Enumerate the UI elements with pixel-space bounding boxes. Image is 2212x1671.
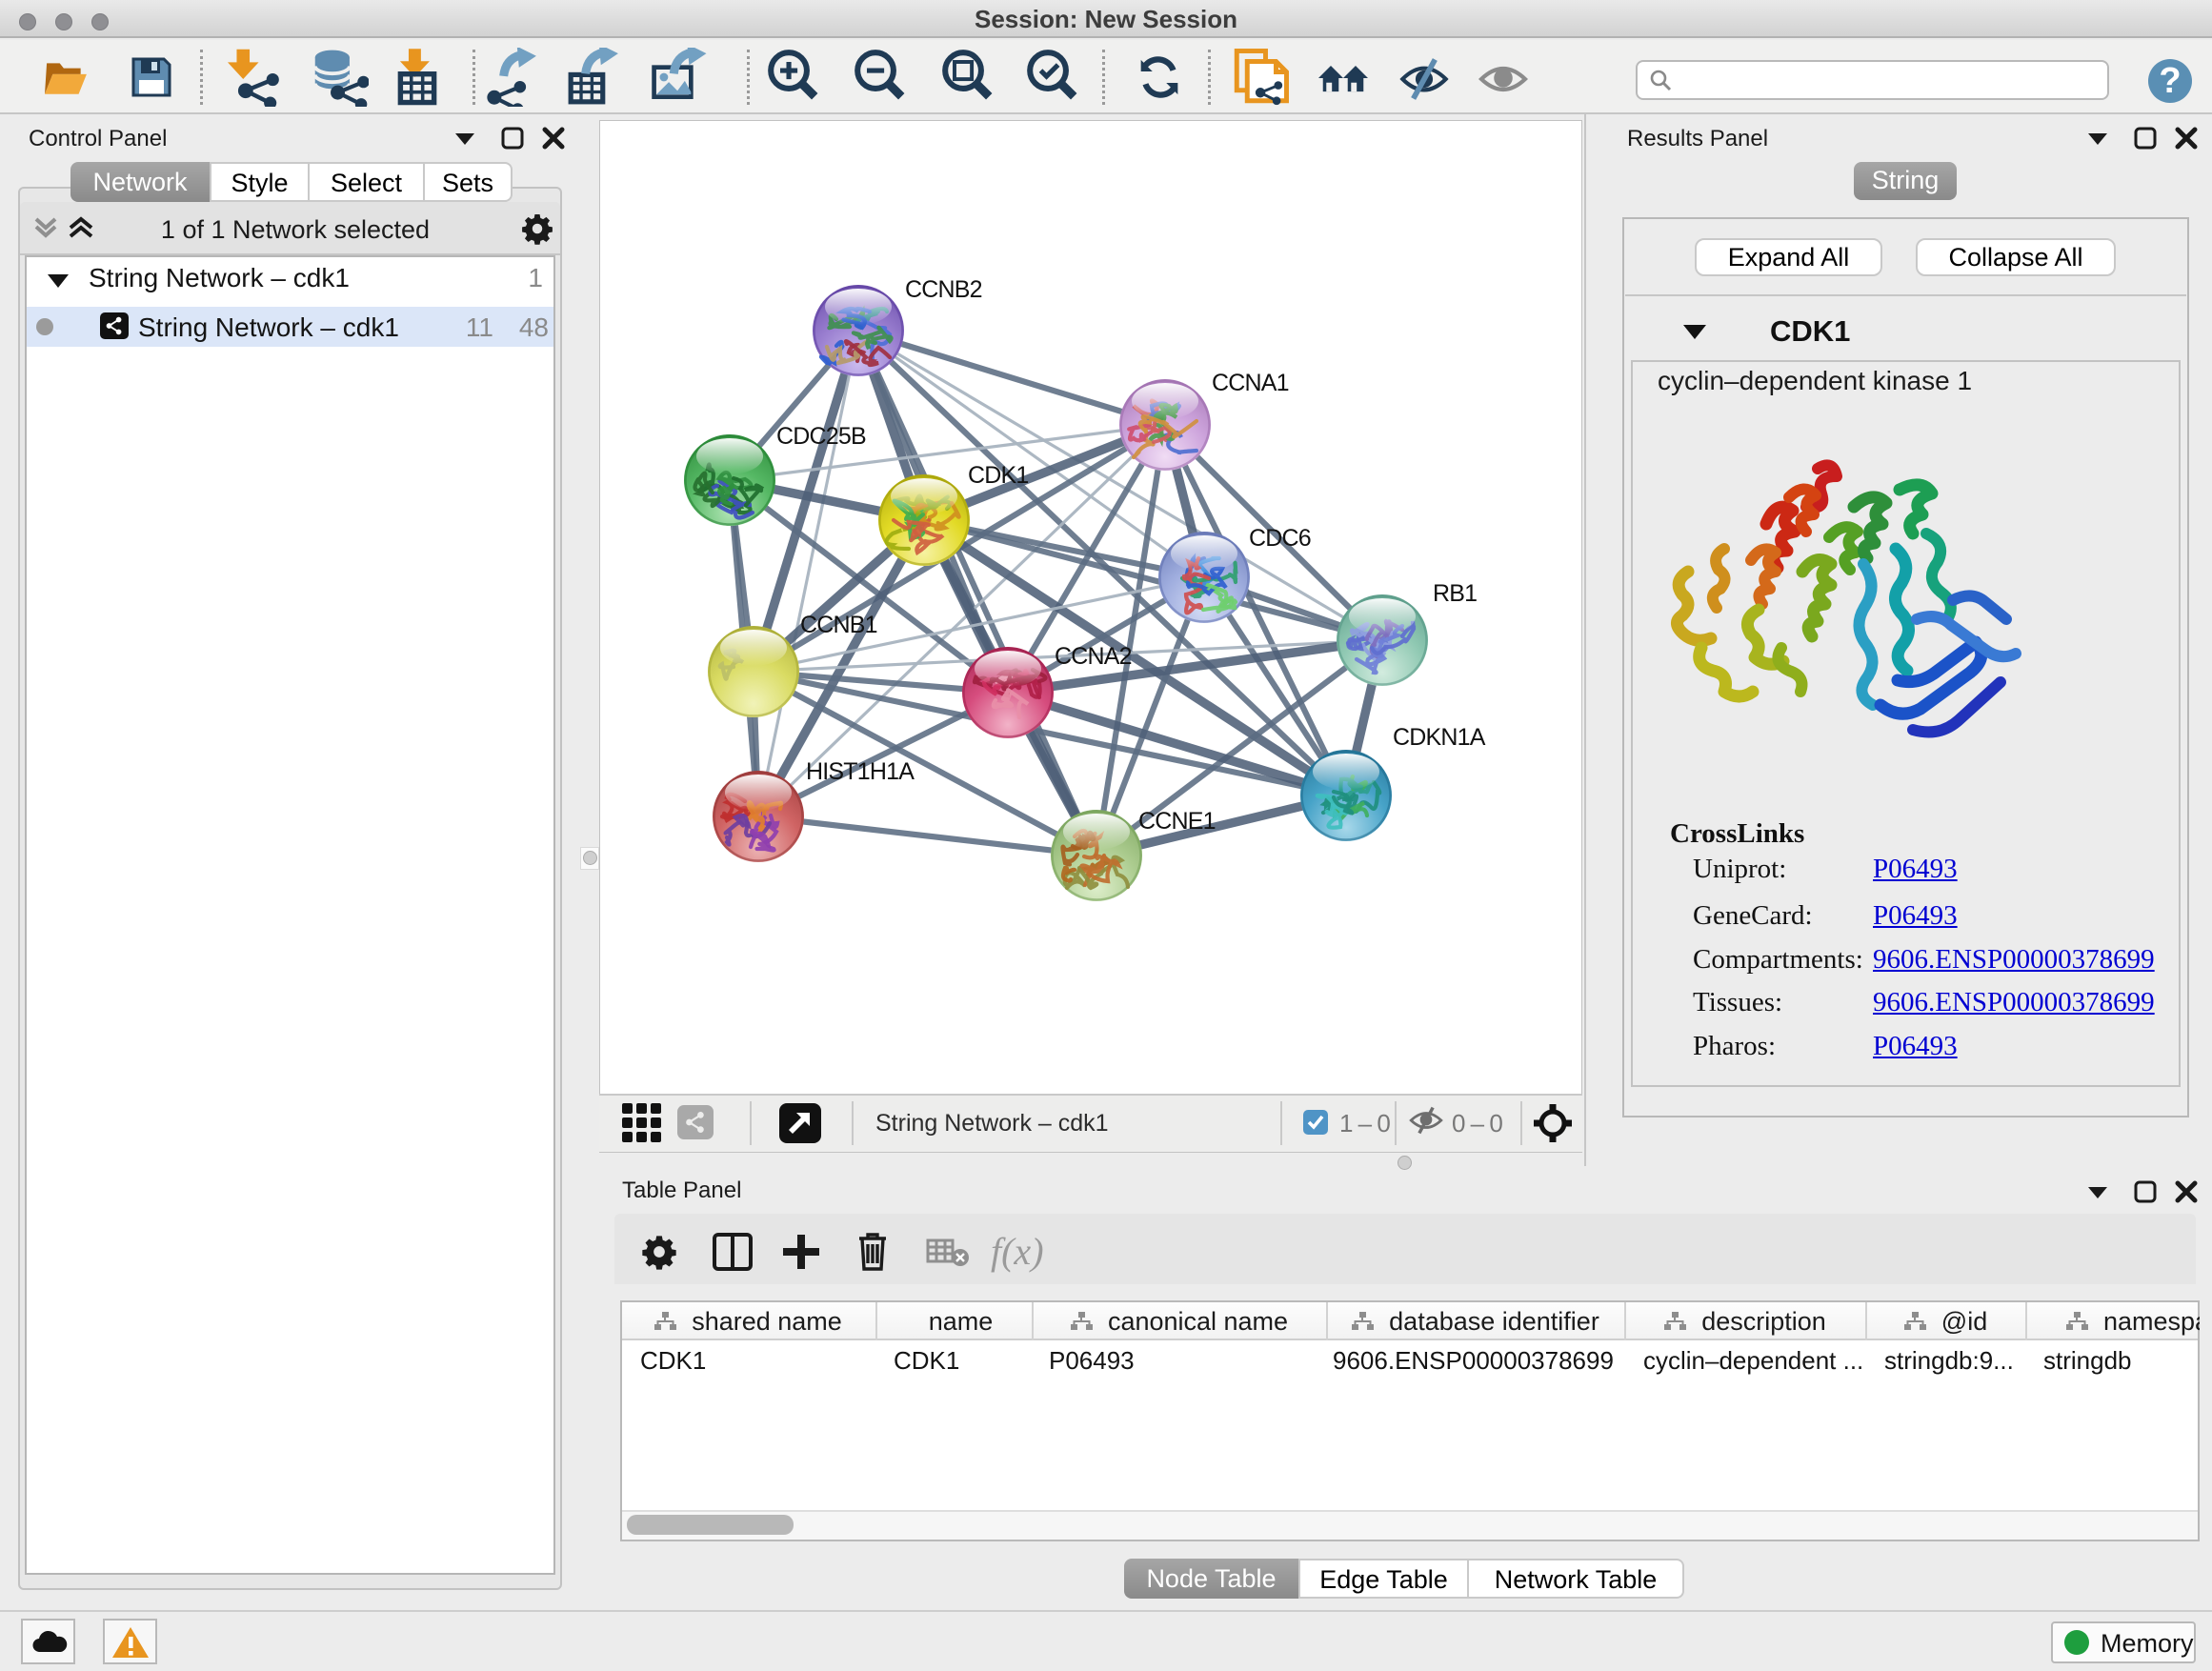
svg-text:RB1: RB1 [1433, 580, 1477, 607]
svg-text:HIST1H1A: HIST1H1A [806, 758, 915, 785]
svg-text:CDC6: CDC6 [1249, 525, 1311, 552]
svg-text:CDC25B: CDC25B [776, 423, 866, 450]
svg-text:CDK1: CDK1 [968, 462, 1029, 489]
svg-text:CCNB2: CCNB2 [905, 276, 982, 303]
svg-text:CDKN1A: CDKN1A [1393, 724, 1486, 751]
svg-text:CCNA1: CCNA1 [1212, 370, 1289, 396]
svg-text:CCNA2: CCNA2 [1055, 643, 1132, 670]
svg-text:CCNB1: CCNB1 [800, 612, 877, 638]
svg-text:CCNE1: CCNE1 [1138, 808, 1216, 835]
